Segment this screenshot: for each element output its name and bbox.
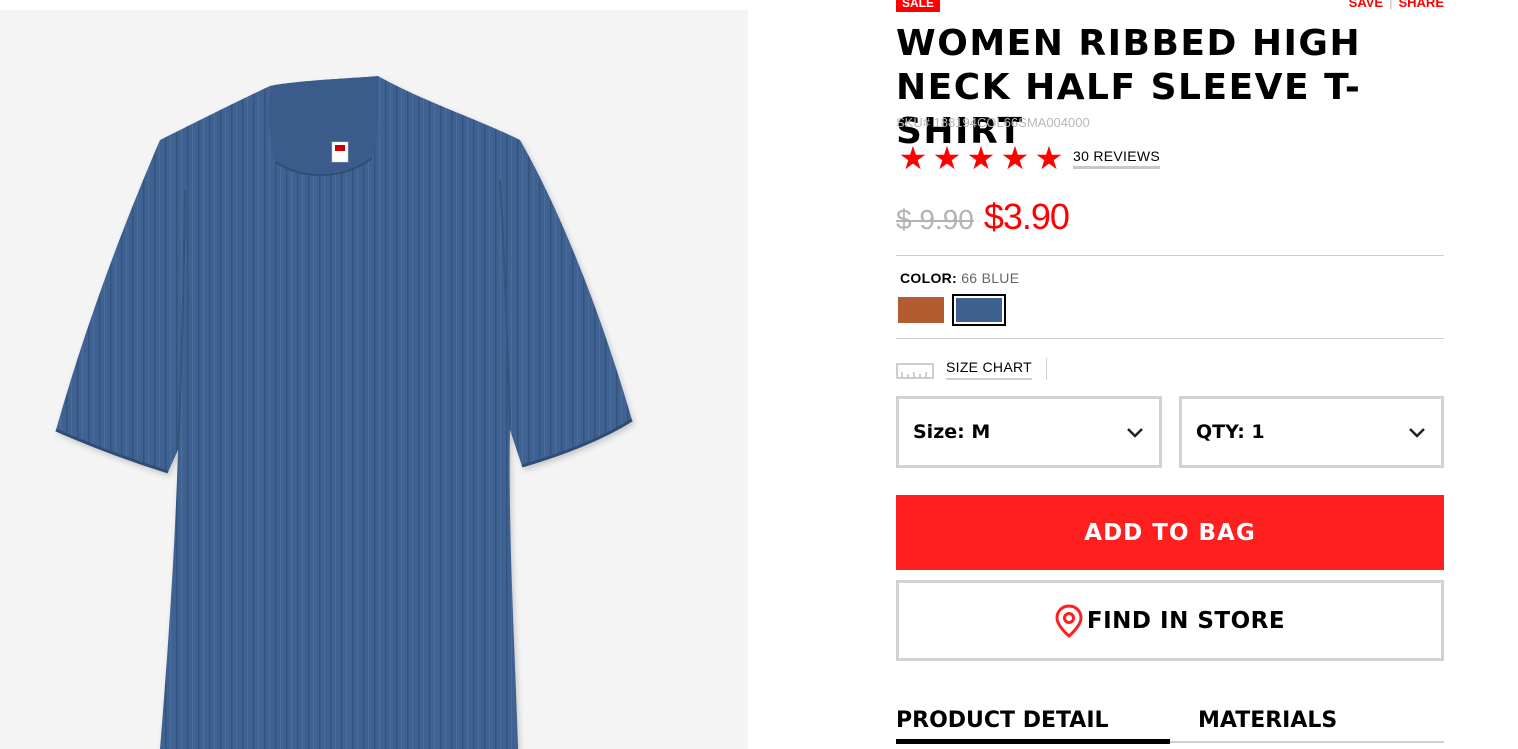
tshirt-image	[55, 76, 633, 749]
size-chart: SIZE CHART	[896, 358, 1047, 380]
share-link[interactable]: SHARE	[1398, 0, 1444, 10]
quantity-select[interactable]: QTY: 1	[1179, 396, 1444, 468]
star-icon: ★	[898, 139, 928, 177]
chevron-down-icon	[1127, 428, 1143, 438]
star-icon: ★	[966, 139, 996, 177]
color-value: 66 BLUE	[961, 270, 1020, 286]
quantity-select-value: QTY: 1	[1196, 421, 1265, 443]
chevron-down-icon	[1409, 428, 1425, 438]
action-separator: |	[1389, 0, 1393, 10]
color-label-key: COLOR:	[900, 270, 958, 286]
location-pin-icon	[1055, 603, 1083, 638]
swatch-blue[interactable]	[952, 294, 1006, 326]
tab-product-detail[interactable]: PRODUCT DETAIL	[896, 706, 1170, 744]
tab-materials[interactable]: MATERIALS	[1170, 706, 1444, 744]
sale-price: $3.90	[983, 196, 1070, 237]
find-in-store-label: FIND IN STORE	[1086, 607, 1286, 634]
top-actions: SAVE | SHARE	[1349, 0, 1444, 10]
color-label: COLOR: 66 BLUE	[900, 270, 1019, 286]
size-chart-link[interactable]: SIZE CHART	[946, 359, 1032, 380]
sale-badge: SALE	[896, 0, 941, 12]
size-select[interactable]: Size: M	[896, 396, 1162, 468]
price: $ 9.90 $3.90	[896, 196, 1070, 238]
rating: ★ ★ ★ ★ ★ 30 REVIEWS	[896, 139, 1161, 177]
product-title: WOMEN RIBBED HIGH NECK HALF SLEEVE T-SHI…	[896, 23, 1362, 152]
product-info: SALE SAVE | SHARE WOMEN RIBBED HIGH NECK…	[896, 0, 1444, 749]
detail-tabs: PRODUCT DETAIL MATERIALS	[896, 706, 1444, 749]
star-icon: ★	[932, 139, 962, 177]
star-rating[interactable]: ★ ★ ★ ★ ★	[896, 139, 1066, 177]
divider	[1045, 358, 1047, 380]
reviews-link[interactable]: 30 REVIEWS	[1073, 148, 1161, 169]
product-sku: SKU# 188194COL66SMA004000	[896, 115, 1090, 130]
ruler-icon	[896, 363, 934, 379]
add-to-bag-label: ADD TO BAG	[1084, 519, 1256, 546]
star-icon: ★	[1000, 139, 1030, 177]
save-link[interactable]: SAVE	[1349, 0, 1383, 10]
star-icon: ★	[1034, 139, 1064, 177]
color-swatches	[898, 294, 1006, 326]
divider	[896, 338, 1444, 339]
add-to-bag-button[interactable]: ADD TO BAG	[896, 495, 1444, 570]
product-image[interactable]	[0, 10, 748, 749]
swatch-brown[interactable]	[898, 297, 944, 323]
original-price: $ 9.90	[896, 204, 974, 235]
size-select-value: Size: M	[913, 421, 991, 443]
divider	[896, 255, 1444, 256]
find-in-store-button[interactable]: FIND IN STORE	[896, 580, 1444, 661]
